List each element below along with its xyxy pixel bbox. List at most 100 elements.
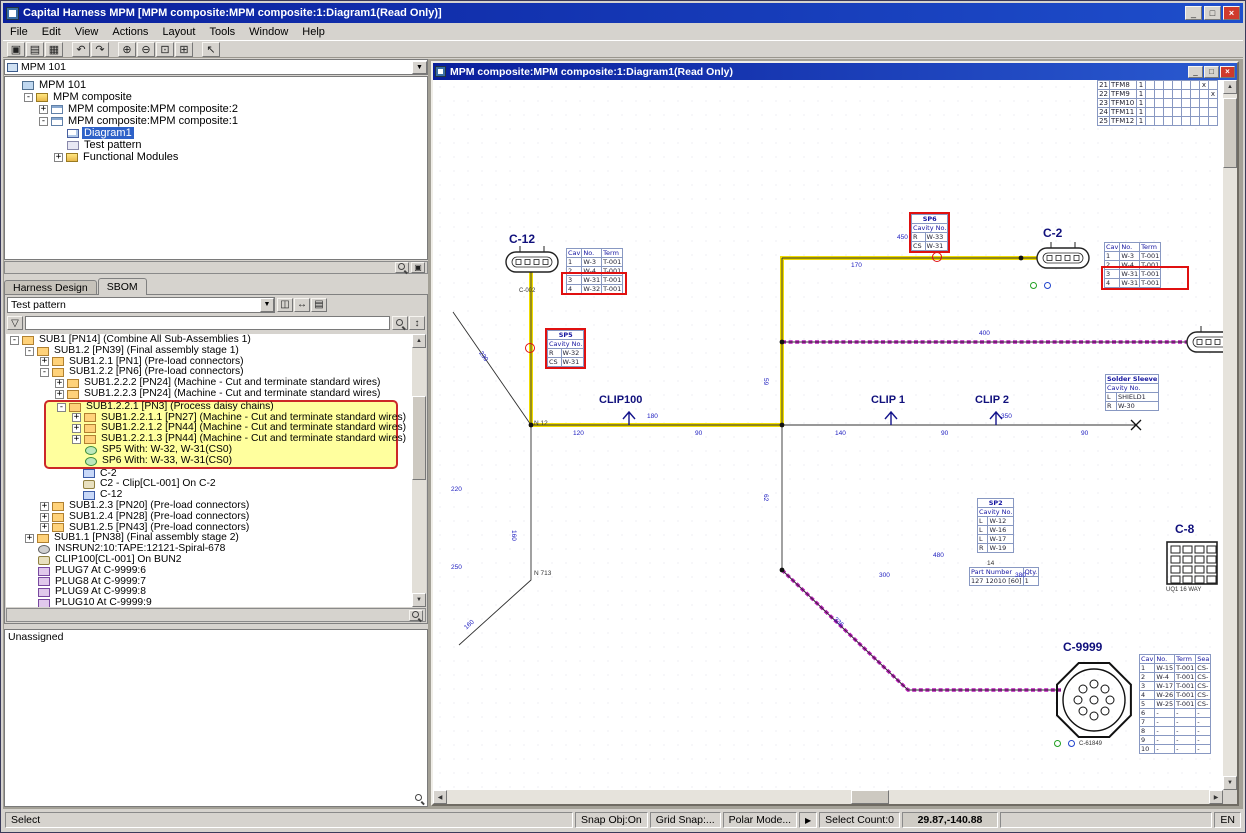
minimize-button[interactable]: _ xyxy=(1185,6,1202,20)
tree-item[interactable]: Test pattern xyxy=(5,139,427,151)
wire-length-label[interactable]: N 713 xyxy=(534,570,551,577)
status-play-button[interactable]: ▶ xyxy=(799,812,817,828)
menu-tools[interactable]: Tools xyxy=(202,25,242,39)
collapse-icon[interactable]: - xyxy=(57,403,66,412)
wire-length-label[interactable]: 59 xyxy=(762,378,769,385)
menu-edit[interactable]: Edit xyxy=(35,25,68,39)
wire-length-label[interactable]: 350 xyxy=(1001,413,1012,420)
open-icon[interactable]: ▤ xyxy=(26,42,44,57)
expand-icon[interactable]: + xyxy=(55,379,64,388)
expand-icon[interactable]: + xyxy=(72,413,81,422)
collapse-icon[interactable]: - xyxy=(39,117,48,126)
collapse-icon[interactable]: - xyxy=(25,347,34,356)
scroll-left-icon[interactable]: ◀ xyxy=(433,790,447,804)
tree-item[interactable]: -MPM composite:MPM composite:1 xyxy=(5,115,427,127)
dropdown-icon[interactable]: ▼ xyxy=(260,298,274,312)
diagram-window[interactable]: MPM composite:MPM composite:1:Diagram1(R… xyxy=(431,61,1239,806)
status-snap-object[interactable]: Snap Obj:On xyxy=(575,812,648,828)
maximize-button[interactable]: □ xyxy=(1204,6,1221,20)
list-view-icon[interactable]: ▤ xyxy=(311,298,327,312)
expand-icon[interactable]: + xyxy=(72,424,81,433)
expand-icon[interactable]: + xyxy=(40,502,49,511)
zoom-fit-icon[interactable]: ⊞ xyxy=(175,42,193,57)
filter-icon[interactable]: ▽ xyxy=(7,316,23,330)
redo-icon[interactable]: ↷ xyxy=(91,42,109,57)
scroll-thumb[interactable] xyxy=(851,790,889,804)
select-arrow-icon[interactable]: ↖ xyxy=(202,42,220,57)
wire-length-label[interactable]: 160 xyxy=(463,619,476,631)
wire-length-label[interactable]: 120 xyxy=(573,430,584,437)
tree-item[interactable]: SP6 With: W-33, W-31(CS0) xyxy=(46,456,396,467)
minimize-button[interactable]: _ xyxy=(1188,66,1203,78)
wire-length-label[interactable]: 90 xyxy=(941,430,948,437)
menu-actions[interactable]: Actions xyxy=(105,25,155,39)
zoom-window-icon[interactable]: ⊡ xyxy=(156,42,174,57)
wire-length-label[interactable]: N 12 xyxy=(534,420,548,427)
save-icon[interactable]: ▦ xyxy=(45,42,63,57)
expand-icon[interactable]: + xyxy=(54,153,63,162)
status-polar-mode[interactable]: Polar Mode... xyxy=(723,812,797,828)
scroll-right-icon[interactable]: ▶ xyxy=(1209,790,1223,804)
tab-sbom[interactable]: SBOM xyxy=(98,278,147,295)
search-icon[interactable] xyxy=(414,793,425,804)
tree-item[interactable]: C2 - Clip[CL-001] On C-2 xyxy=(6,479,412,490)
pattern-select[interactable]: Test pattern ▼ xyxy=(7,297,275,313)
zoom-in-icon[interactable]: ⊕ xyxy=(118,42,136,57)
tab-harness-design[interactable]: Harness Design xyxy=(4,280,97,295)
wire-length-label[interactable]: 14 xyxy=(987,560,994,567)
expand-icon[interactable]: + xyxy=(25,534,34,543)
menu-help[interactable]: Help xyxy=(295,25,332,39)
scroll-up-icon[interactable]: ▲ xyxy=(1223,80,1237,94)
wire-length-label[interactable]: 380 xyxy=(1015,572,1026,579)
collapse-icon[interactable]: - xyxy=(24,93,33,102)
tree-item[interactable]: -MPM composite xyxy=(5,91,427,103)
wire-length-label[interactable]: 160 xyxy=(510,530,517,541)
sort-icon[interactable]: ↕ xyxy=(409,316,425,330)
menu-view[interactable]: View xyxy=(68,25,106,39)
tree-item[interactable]: +Functional Modules xyxy=(5,151,427,163)
dropdown-icon[interactable]: ▼ xyxy=(412,61,427,74)
expand-icon[interactable]: + xyxy=(40,513,49,522)
expand-icon[interactable]: + xyxy=(40,523,49,532)
search-icon[interactable] xyxy=(395,262,409,273)
close-button[interactable]: × xyxy=(1220,66,1235,78)
wire-length-label[interactable]: 480 xyxy=(933,552,944,559)
diagram-window-titlebar[interactable]: MPM composite:MPM composite:1:Diagram1(R… xyxy=(433,63,1237,80)
wire-length-label[interactable]: 250 xyxy=(451,564,462,571)
expand-icon[interactable]: + xyxy=(39,105,48,114)
status-grid-snap[interactable]: Grid Snap:... xyxy=(650,812,721,828)
menu-layout[interactable]: Layout xyxy=(155,25,202,39)
scroll-up-icon[interactable]: ▲ xyxy=(412,334,426,348)
tree-item[interactable]: PLUG7 At C-9999:6 xyxy=(6,566,412,577)
tree-item[interactable]: +SUB1.2.2.3 [PN24] (Machine - Cut and te… xyxy=(6,389,412,400)
wire-length-label[interactable]: 90 xyxy=(1081,430,1088,437)
wire-length-label[interactable]: 300 xyxy=(879,572,890,579)
wire-length-label[interactable]: 170 xyxy=(851,262,862,269)
wire-length-label[interactable]: 450 xyxy=(897,234,908,241)
wire-length-label[interactable]: 336 xyxy=(832,616,845,629)
sbom-filter-input[interactable] xyxy=(25,316,390,330)
tree-item[interactable]: MPM 101 xyxy=(5,79,427,91)
restore-button[interactable]: □ xyxy=(1204,66,1219,78)
wire-length-label[interactable]: 180 xyxy=(647,413,658,420)
undo-icon[interactable]: ↶ xyxy=(72,42,90,57)
wire-length-label[interactable]: 230 xyxy=(477,350,489,363)
collapse-icon[interactable]: - xyxy=(10,336,19,345)
tree-item[interactable]: -SUB1.2 [PN39] (Final assembly stage 1) xyxy=(6,346,412,357)
sbom-scrollbar[interactable]: ▲ ▼ xyxy=(412,334,426,607)
explorer-header[interactable]: MPM 101 ▼ xyxy=(4,59,428,75)
diagram-canvas[interactable]: C-12 C-002 C-2 C-8 UQ1 16 WAY C-9999 C-6… xyxy=(433,80,1223,792)
close-button[interactable]: × xyxy=(1223,6,1240,20)
tree-item[interactable]: +SUB1.2.4 [PN28] (Pre-load connectors) xyxy=(6,512,412,523)
wire-length-label[interactable]: 400 xyxy=(979,330,990,337)
link-views-icon[interactable]: ↔ xyxy=(294,298,310,312)
scroll-thumb[interactable] xyxy=(412,396,426,480)
tree-item[interactable]: Diagram1 xyxy=(5,127,427,139)
menu-file[interactable]: File xyxy=(3,25,35,39)
schematic-icon[interactable]: ▣ xyxy=(7,42,25,57)
collapse-icon[interactable]: - xyxy=(40,368,49,377)
menu-window[interactable]: Window xyxy=(242,25,295,39)
zoom-out-icon[interactable]: ⊖ xyxy=(137,42,155,57)
search-icon[interactable] xyxy=(392,316,408,330)
expand-icon[interactable]: + xyxy=(72,435,81,444)
